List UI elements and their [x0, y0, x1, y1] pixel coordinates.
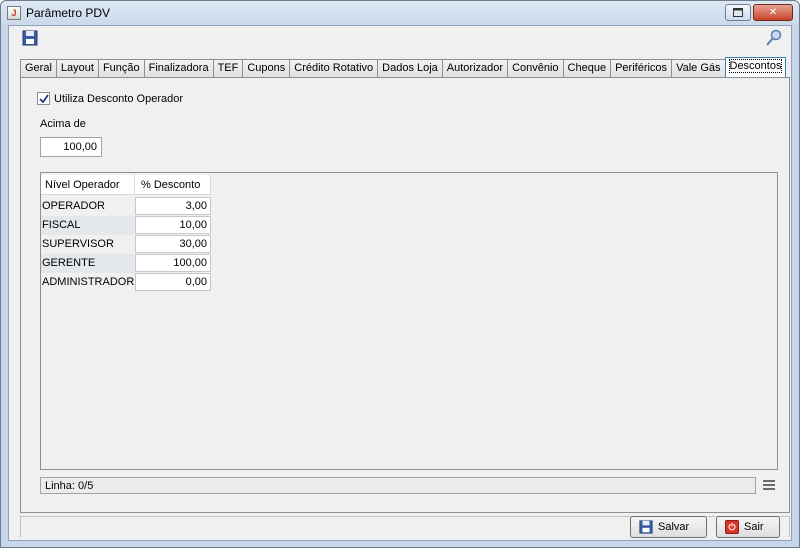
java-app-icon: J — [7, 6, 21, 20]
desconto-grid: Nível Operador % Desconto OPERADOR 3,00 … — [40, 172, 778, 470]
acima-de-input[interactable]: 100,00 — [40, 137, 102, 157]
window-title: Parâmetro PDV — [26, 6, 111, 20]
cell-desconto-input[interactable]: 100,00 — [135, 254, 211, 272]
checkmark-icon — [38, 93, 49, 103]
save-button[interactable]: Salvar — [630, 516, 707, 538]
column-header-desconto[interactable]: % Desconto — [135, 175, 211, 195]
table-row[interactable]: SUPERVISOR 30,00 — [41, 235, 211, 254]
key-search-icon[interactable] — [765, 29, 783, 47]
cell-desconto-input[interactable]: 0,00 — [135, 273, 211, 291]
tab-descontos-label: Descontos — [728, 59, 783, 73]
table-row[interactable]: GERENTE 100,00 — [41, 254, 211, 273]
tab-cupons[interactable]: Cupons — [242, 59, 291, 77]
floppy-disk-icon[interactable] — [22, 30, 38, 46]
tab-bar: Geral Layout Função Finalizadora TEF Cup… — [20, 57, 787, 77]
cell-nivel: FISCAL — [41, 216, 135, 235]
restore-icon — [733, 8, 743, 17]
tab-cheque[interactable]: Cheque — [562, 59, 612, 77]
cell-nivel: SUPERVISOR — [42, 238, 114, 250]
power-icon: ⏻ — [725, 520, 739, 534]
close-icon: ✕ — [768, 7, 778, 18]
grid-header: Nível Operador % Desconto — [41, 175, 211, 195]
window-client-area: Geral Layout Função Finalizadora TEF Cup… — [8, 25, 792, 541]
tab-tef[interactable]: TEF — [212, 59, 244, 77]
tab-vale-gas[interactable]: Vale Gás — [671, 59, 726, 77]
desconto-operador-label: Utiliza Desconto Operador — [54, 92, 184, 105]
cell-desconto-input[interactable]: 3,00 — [135, 197, 211, 215]
floppy-disk-icon — [639, 520, 653, 534]
cell-nivel: GERENTE — [41, 254, 135, 273]
acima-de-label: Acima de — [40, 118, 86, 130]
tab-perifericos[interactable]: Periféricos — [610, 59, 673, 77]
title-bar: J Parâmetro PDV ✕ — [1, 1, 799, 25]
desconto-operador-checkbox-row[interactable]: Utiliza Desconto Operador — [37, 92, 183, 105]
tab-geral[interactable]: Geral — [20, 59, 57, 77]
tab-credito-rotativo[interactable]: Crédito Rotativo — [289, 59, 379, 77]
tab-autorizador[interactable]: Autorizador — [441, 59, 509, 77]
tab-dados-loja[interactable]: Dados Loja — [377, 59, 443, 77]
descontos-panel: Utiliza Desconto Operador Acima de 100,0… — [20, 77, 790, 513]
restore-button[interactable] — [725, 4, 751, 21]
tab-layout[interactable]: Layout — [55, 59, 99, 77]
exit-button-label: Sair — [744, 521, 764, 533]
tab-convenio[interactable]: Convênio — [507, 59, 564, 77]
table-row[interactable]: ADMINISTRADOR 0,00 — [41, 273, 211, 292]
cell-desconto-input[interactable]: 10,00 — [135, 216, 211, 234]
cell-nivel: OPERADOR — [42, 200, 105, 212]
save-button-label: Salvar — [658, 521, 690, 533]
app-window: J Parâmetro PDV ✕ Geral Layout Função Fi… — [0, 0, 800, 548]
hamburger-icon[interactable] — [763, 480, 775, 490]
close-button[interactable]: ✕ — [753, 4, 793, 21]
row-status-bar: Linha: 0/5 — [40, 477, 756, 494]
cell-nivel: ADMINISTRADOR — [42, 276, 135, 288]
table-row[interactable]: FISCAL 10,00 — [41, 216, 211, 235]
tab-funcao[interactable]: Função — [97, 59, 145, 77]
desconto-operador-checkbox[interactable] — [37, 92, 50, 105]
column-header-nivel[interactable]: Nível Operador — [41, 175, 135, 195]
exit-button[interactable]: ⏻ Sair — [716, 516, 780, 538]
tab-finalizadora[interactable]: Finalizadora — [143, 59, 214, 77]
tab-descontos[interactable]: Descontos — [724, 57, 787, 77]
window-controls: ✕ — [725, 4, 793, 21]
table-row[interactable]: OPERADOR 3,00 — [41, 197, 211, 216]
cell-desconto-input[interactable]: 30,00 — [135, 235, 211, 253]
